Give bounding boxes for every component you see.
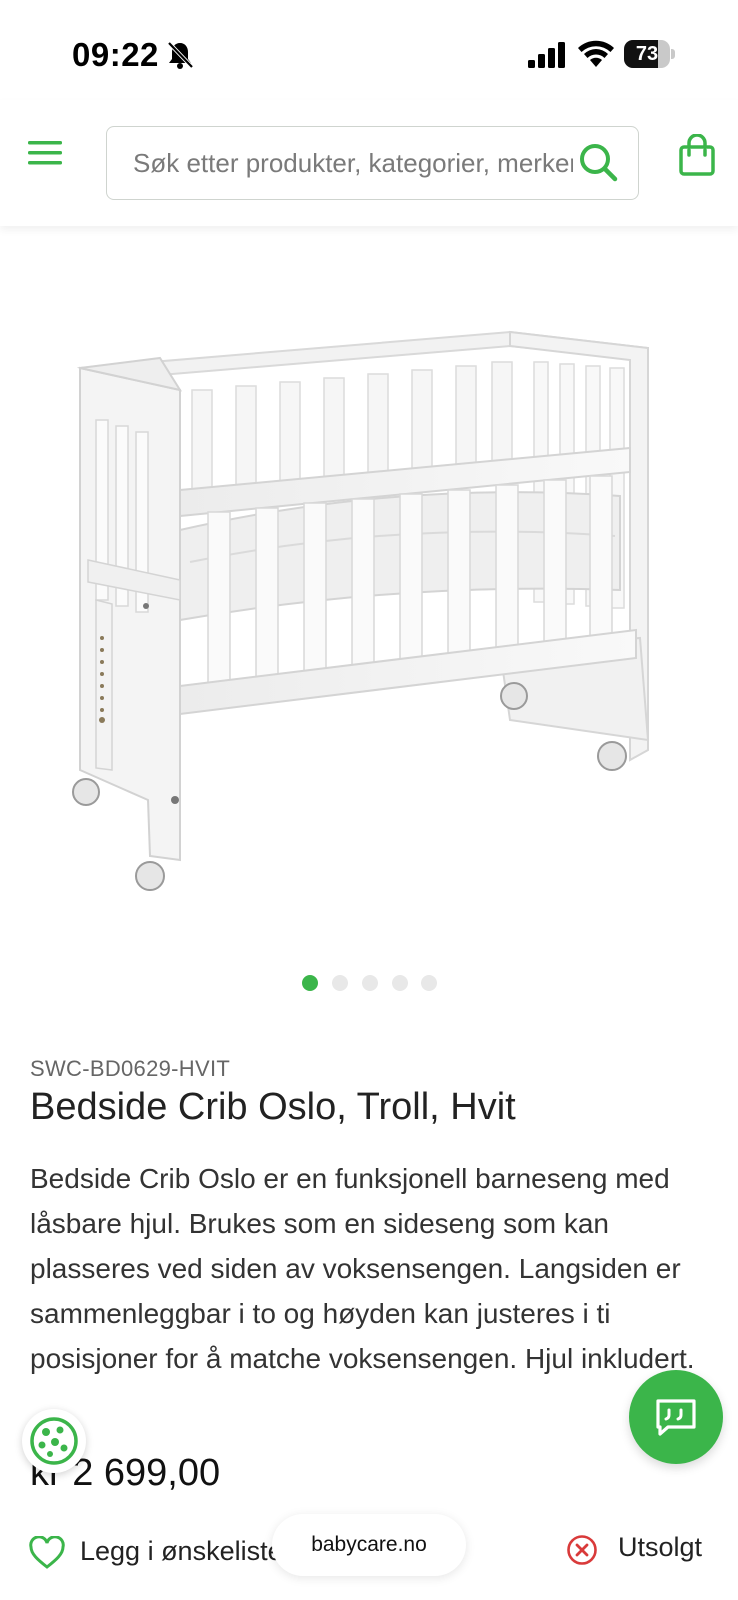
browser-domain-pill[interactable]: babycare.no [272, 1514, 466, 1576]
wishlist-label: Legg i ønskeliste [80, 1536, 283, 1566]
product-sku: SWC-BD0629-HVIT [30, 1056, 231, 1081]
battery-percent: 73 [635, 43, 659, 65]
cellular-signal-icon [528, 42, 565, 68]
carousel-dots [0, 975, 738, 995]
shopping-bag-icon[interactable] [678, 134, 716, 176]
carousel-dot[interactable] [421, 975, 437, 991]
stock-status-label: Utsolgt [618, 1532, 703, 1562]
carousel-dot[interactable] [392, 975, 408, 991]
product-image[interactable] [40, 300, 700, 940]
search-icon[interactable] [577, 141, 619, 183]
menu-icon[interactable] [26, 138, 64, 168]
site-header [0, 100, 738, 226]
carousel-dot[interactable] [362, 975, 378, 991]
search-input[interactable] [133, 127, 573, 199]
battery-indicator: 73 [624, 40, 675, 68]
carousel-dot[interactable] [332, 975, 348, 991]
cookie-settings-button[interactable] [22, 1409, 86, 1473]
status-time: 09:22 [72, 36, 159, 73]
cookie-icon [30, 1417, 78, 1465]
chat-icon [656, 1399, 696, 1436]
product-description: Bedside Crib Oslo er en funksjonell barn… [30, 1163, 695, 1374]
heart-icon [29, 1536, 65, 1569]
chat-button[interactable] [629, 1370, 723, 1464]
status-bar: 09:22 73 [0, 0, 738, 100]
carousel-dot[interactable] [302, 975, 318, 991]
wifi-icon [578, 40, 614, 67]
product-title: Bedside Crib Oslo, Troll, Hvit [30, 1086, 516, 1128]
x-circle-icon [567, 1535, 597, 1565]
bell-muted-icon [167, 41, 194, 69]
search-box [106, 126, 639, 200]
